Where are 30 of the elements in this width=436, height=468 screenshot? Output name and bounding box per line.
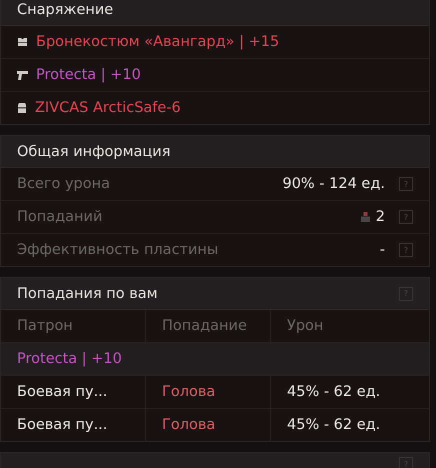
- help-icon[interactable]: ?: [399, 210, 413, 224]
- column-header: Урон: [270, 310, 429, 342]
- equipment-item[interactable]: Protecta | +10: [36, 67, 141, 83]
- stat-value: 2: [376, 209, 385, 225]
- stat-label: Попаданий: [17, 209, 104, 225]
- group-title: Protecta | +10: [17, 351, 122, 367]
- equipment-item[interactable]: Бронекостюм «Авангард» | +15: [36, 34, 280, 50]
- help-icon[interactable]: ?: [399, 457, 413, 468]
- section-title: Попадания по вам: [17, 286, 158, 302]
- stat-label: Эффективность пластины: [17, 242, 220, 258]
- stat-value: 90% - 124 ед.: [282, 176, 385, 192]
- stat-label: Всего урона: [17, 176, 111, 192]
- table-cell: 45% - 62 ед.: [270, 376, 429, 408]
- column-header: Патрон: [16, 317, 74, 336]
- equipment-item[interactable]: ZIVCAS ArcticSafe-6: [35, 100, 181, 116]
- column-header: Попадание: [145, 310, 270, 342]
- table-cell: Голова: [145, 376, 270, 408]
- pistol-icon: [17, 70, 28, 80]
- help-icon[interactable]: ?: [399, 286, 413, 300]
- help-icon[interactable]: ?: [399, 243, 413, 257]
- table-cell-text: Боевая пу...: [16, 383, 108, 402]
- section-title: Снаряжение: [17, 2, 114, 18]
- help-icon[interactable]: ?: [399, 177, 413, 191]
- table-cell: 45% - 62 ед.: [270, 409, 429, 441]
- armor-icon: [17, 37, 28, 47]
- table-cell: Голова: [145, 409, 270, 441]
- section-title: Общая информация: [17, 144, 170, 160]
- stat-value: -: [380, 242, 385, 258]
- helmet-icon: [17, 103, 27, 113]
- table-cell-text: Боевая пу...: [16, 416, 108, 435]
